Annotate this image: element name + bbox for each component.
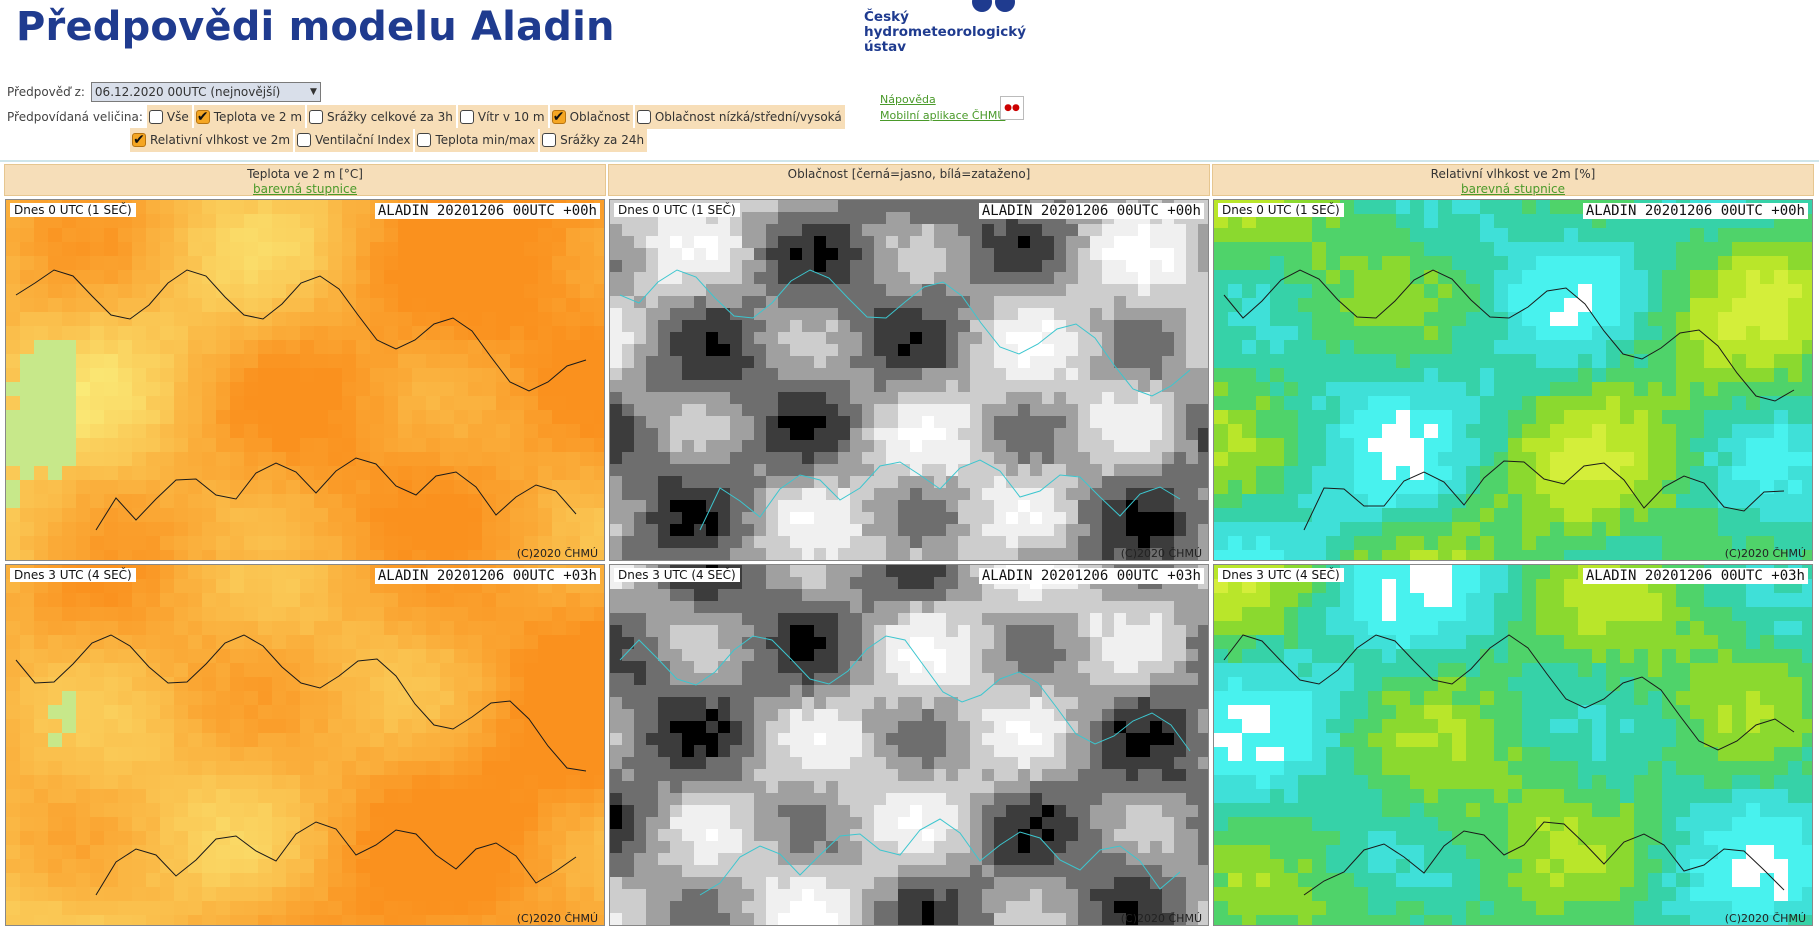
cloudiness-map-image — [610, 200, 1208, 560]
map-run-label: ALADIN 20201206 00UTC +00h — [374, 203, 600, 219]
variable-option-label: Vítr v 10 m — [477, 110, 545, 124]
column-title: Teplota ve 2 m [°C] — [247, 167, 363, 181]
map-temperature-03h[interactable]: Dnes 3 UTC (4 SEČ) ALADIN 20201206 00UTC… — [5, 564, 605, 926]
map-copyright: (C)2020 ČHMÚ — [1724, 912, 1806, 925]
map-copyright: (C)2020 ČHMÚ — [1120, 912, 1202, 925]
map-time-label: Dnes 3 UTC (4 SEČ) — [614, 568, 740, 582]
column-header-humidity: Relativní vlhkost ve 2m [%] barevná stup… — [1212, 164, 1814, 196]
variable-option-label: Ventilační Index — [315, 133, 411, 147]
map-run-label: ALADIN 20201206 00UTC +00h — [1582, 203, 1808, 219]
variable-option-label: Relativní vlhkost ve 2m — [150, 133, 291, 147]
map-run-label: ALADIN 20201206 00UTC +03h — [374, 568, 600, 584]
map-time-label: Dnes 0 UTC (1 SEČ) — [614, 203, 740, 217]
map-humidity-03h[interactable]: Dnes 3 UTC (4 SEČ) ALADIN 20201206 00UTC… — [1213, 564, 1813, 926]
column-title: Relativní vlhkost ve 2m [%] — [1430, 167, 1596, 181]
map-copyright: (C)2020 ČHMÚ — [1724, 547, 1806, 560]
header-divider — [0, 160, 1819, 162]
checkbox[interactable] — [417, 133, 432, 147]
variable-option-label: Teplota min/max — [435, 133, 536, 147]
variable-option[interactable]: Vítr v 10 m — [457, 105, 548, 129]
variables-row-2: ✔ Relativní vlhkost ve 2m Ventilační Inde… — [130, 128, 649, 152]
map-run-label: ALADIN 20201206 00UTC +03h — [978, 568, 1204, 584]
dropdown-arrow-icon: ▼ — [310, 87, 317, 97]
help-link[interactable]: Nápověda — [880, 92, 1005, 108]
logo-line-1: Český — [864, 9, 909, 25]
chmu-logo[interactable]: Český hydrometeorologický ústav — [862, 0, 1032, 58]
forecast-select[interactable]: 06.12.2020 00UTC (nejnovější) ▼ — [90, 82, 321, 102]
variable-option-label: Oblačnost nízká/střední/vysoká — [654, 110, 842, 124]
checkbox[interactable]: ✔ — [551, 110, 566, 124]
map-time-label: Dnes 3 UTC (4 SEČ) — [10, 568, 136, 582]
variable-option-label: Oblačnost — [569, 110, 630, 124]
column-header-temperature: Teplota ve 2 m [°C] barevná stupnice — [4, 164, 606, 196]
map-run-label: ALADIN 20201206 00UTC +00h — [978, 203, 1204, 219]
map-copyright: (C)2020 ČHMÚ — [516, 547, 598, 560]
variable-option[interactable]: ✔ Oblačnost — [549, 105, 633, 129]
forecast-label: Předpověď z: — [7, 85, 85, 99]
map-cloudiness-03h[interactable]: Dnes 3 UTC (4 SEČ) ALADIN 20201206 00UTC… — [609, 564, 1209, 926]
logo-line-3: ústav — [864, 39, 907, 55]
map-run-label: ALADIN 20201206 00UTC +03h — [1582, 568, 1808, 584]
checkbox[interactable] — [148, 110, 163, 124]
variable-option[interactable]: Teplota min/max — [415, 128, 539, 152]
variable-option-label: Srážky celkové za 3h — [327, 110, 453, 124]
map-copyright: (C)2020 ČHMÚ — [1120, 547, 1202, 560]
map-time-label: Dnes 0 UTC (1 SEČ) — [1218, 203, 1344, 217]
page-title: Předpovědi modelu Aladin — [16, 4, 615, 50]
variable-option-label: Srážky za 24h — [560, 133, 645, 147]
map-cloudiness-00h[interactable]: Dnes 0 UTC (1 SEČ) ALADIN 20201206 00UTC… — [609, 199, 1209, 561]
logo-line-2: hydrometeorologický — [864, 24, 1027, 40]
mobile-app-link[interactable]: Mobilní aplikace ČHMÚ — [880, 108, 1005, 124]
checkbox[interactable] — [636, 110, 651, 124]
cloudiness-map-image — [610, 565, 1208, 925]
variable-option[interactable]: Srážky za 24h — [540, 128, 648, 152]
humidity-map-image — [1214, 200, 1812, 560]
variable-option-label: Teplota ve 2 m — [213, 110, 303, 124]
checkbox[interactable] — [297, 133, 312, 147]
color-scale-link[interactable]: barevná stupnice — [1461, 182, 1565, 196]
temperature-map-image — [6, 200, 604, 560]
color-scale-link[interactable]: barevná stupnice — [253, 182, 357, 196]
help-links: Nápověda Mobilní aplikace ČHMÚ — [880, 92, 1005, 124]
variable-option-label: Vše — [166, 110, 189, 124]
checkbox[interactable]: ✔ — [132, 133, 146, 147]
mobile-app-icon[interactable]: ●● — [1000, 96, 1024, 120]
humidity-map-image — [1214, 565, 1812, 925]
column-header-cloudiness: Oblačnost [černá=jasno, bílá=zataženo] — [608, 164, 1210, 196]
map-time-label: Dnes 3 UTC (4 SEČ) — [1218, 568, 1344, 582]
checkbox[interactable] — [542, 133, 557, 147]
variable-option[interactable]: Srážky celkové za 3h — [307, 105, 456, 129]
forecast-selected-value: 06.12.2020 00UTC (nejnovější) — [94, 85, 281, 99]
map-copyright: (C)2020 ČHMÚ — [516, 912, 598, 925]
variable-option[interactable]: Vše — [146, 105, 192, 129]
map-temperature-00h[interactable]: Dnes 0 UTC (1 SEČ) ALADIN 20201206 00UTC… — [5, 199, 605, 561]
column-title: Oblačnost [černá=jasno, bílá=zataženo] — [787, 167, 1031, 181]
variable-option[interactable]: Ventilační Index — [295, 128, 414, 152]
variables-row-1: Předpovídaná veličina: Vše ✔ Teplota ve 2… — [7, 105, 847, 129]
variable-option[interactable]: ✔ Teplota ve 2 m — [193, 105, 306, 129]
map-humidity-00h[interactable]: Dnes 0 UTC (1 SEČ) ALADIN 20201206 00UTC… — [1213, 199, 1813, 561]
forecast-row: Předpověď z: 06.12.2020 00UTC (nejnovějš… — [7, 82, 321, 102]
map-time-label: Dnes 0 UTC (1 SEČ) — [10, 203, 136, 217]
checkbox[interactable] — [309, 110, 324, 124]
variables-label: Předpovídaná veličina: — [7, 110, 143, 124]
temperature-map-image — [6, 565, 604, 925]
variable-option[interactable]: ✔ Relativní vlhkost ve 2m — [130, 128, 294, 152]
variable-option[interactable]: Oblačnost nízká/střední/vysoká — [634, 105, 845, 129]
checkbox[interactable] — [459, 110, 474, 124]
checkbox[interactable]: ✔ — [195, 110, 210, 124]
